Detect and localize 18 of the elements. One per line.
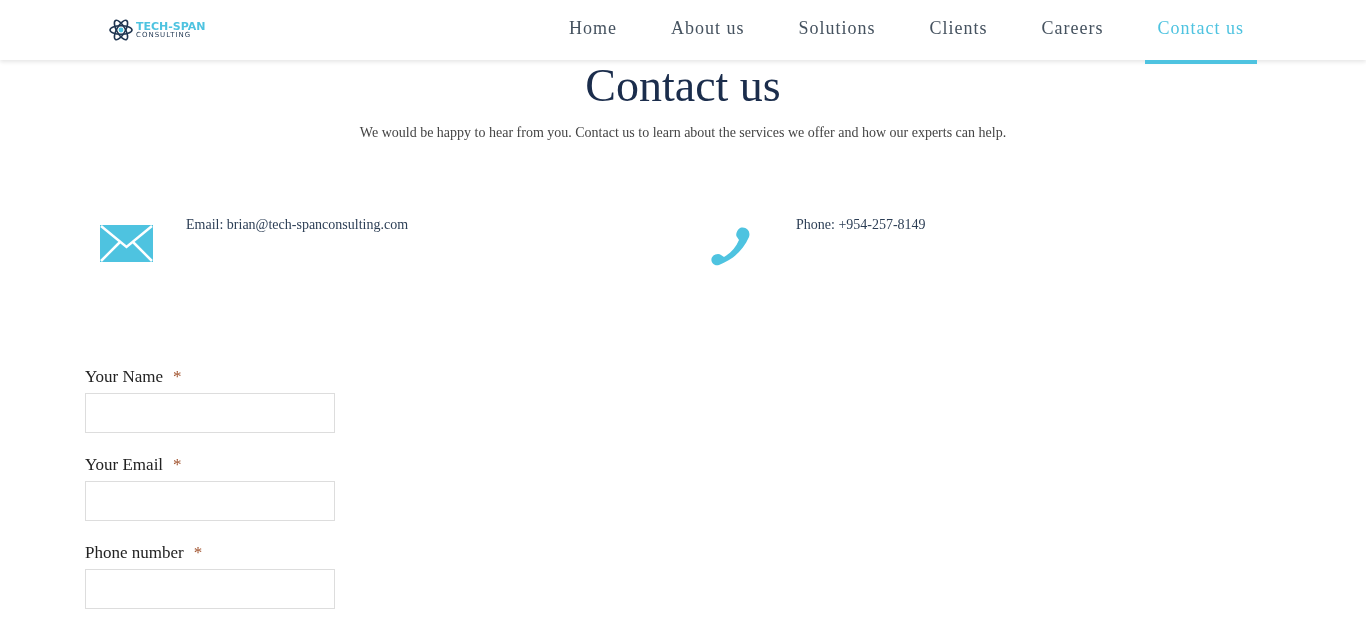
input-field[interactable]: [85, 393, 335, 433]
envelope-icon: [100, 225, 153, 262]
required-mark: *: [193, 543, 203, 563]
field-label: Phone number: [85, 543, 184, 563]
input-field[interactable]: [85, 569, 335, 609]
contact-text: Email: brian@tech-spanconsulting.com: [186, 217, 409, 234]
input-field[interactable]: [85, 481, 335, 521]
logo-name: TECH-SPAN: [136, 21, 206, 32]
atom-icon: [109, 18, 133, 42]
nav-link[interactable]: Clients: [902, 0, 1015, 64]
required-mark: *: [173, 367, 182, 387]
nav-link[interactable]: Careers: [1014, 0, 1131, 64]
phone-icon: [710, 225, 752, 267]
field-label: Your Name: [85, 367, 164, 387]
field-label: Your Email: [85, 455, 164, 475]
intro-text: We would be happy to hear from you. Contact us to learn about the services we offer and how our experts can help.: [358, 125, 1008, 141]
contact-text: Phone: +954-257-8149: [796, 217, 926, 234]
required-mark: *: [173, 455, 182, 475]
